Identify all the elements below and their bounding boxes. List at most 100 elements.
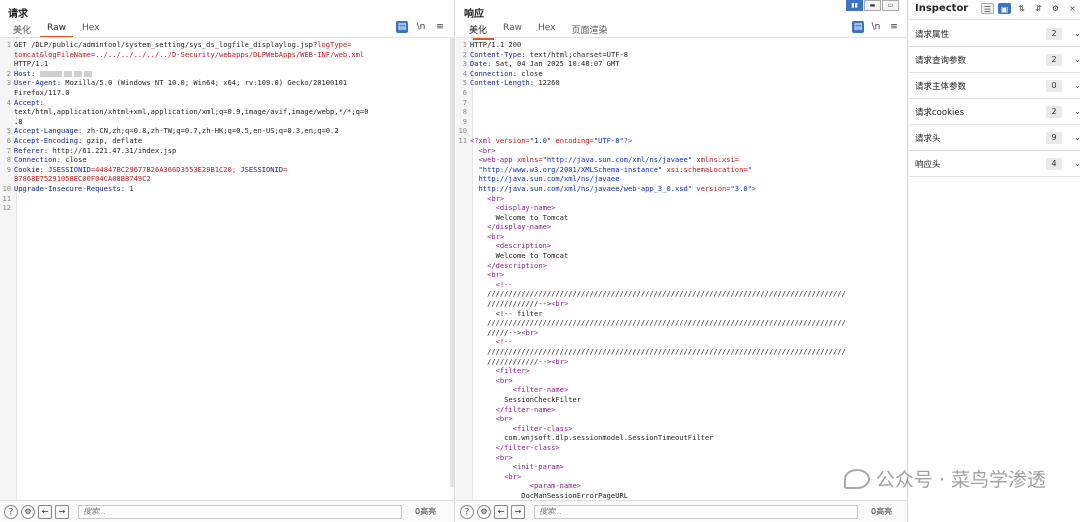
line-number <box>456 328 470 338</box>
inspector-section[interactable]: 请求头 9 ⌄ <box>909 125 1080 151</box>
code-token: com.wnjsoft.dlp.sessionmodel.SessionTime… <box>470 433 714 443</box>
code-line: <display-name> <box>456 203 907 213</box>
code-text: Welcome to Tomcat <box>470 251 907 261</box>
code-text: ////////////--><br> <box>470 357 907 367</box>
settings-icon[interactable]: ⚙ <box>1049 3 1062 14</box>
chevron-down-icon[interactable]: ⌄ <box>1074 107 1080 116</box>
newline-toggle-icon[interactable]: \n <box>870 21 882 33</box>
code-token: JSESSIONID <box>240 164 284 174</box>
chevron-down-icon[interactable]: ⌄ <box>1074 55 1080 64</box>
response-editor[interactable]: 1 HTTP/1.1 200 2 Content-Type: text/html;ch… <box>456 37 907 500</box>
back-arrow-icon[interactable]: ← <box>38 504 52 519</box>
wrap-toggle-icon[interactable]: ▤ <box>396 21 408 33</box>
code-line: ////////////////////////////////////////… <box>456 318 907 328</box>
inspector-section[interactable]: 请求查询参数 2 ⌄ <box>909 47 1080 73</box>
menu-icon[interactable]: ≡ <box>434 21 446 33</box>
inspector-section-label: 响应头 <box>915 159 941 170</box>
line-number: 8 <box>462 107 467 117</box>
code-text: ////////////////////////////////////////… <box>470 289 907 299</box>
code-line: 7 Referer: http://61.221.47.31/index.jsp <box>0 146 454 156</box>
line-number <box>456 184 470 194</box>
layout-stacked-icon[interactable]: ▬ <box>864 0 881 11</box>
close-icon[interactable]: × <box>1066 3 1079 14</box>
code-line: 10 <box>456 126 907 136</box>
request-search-input[interactable] <box>78 504 402 519</box>
code-token: <param-name> <box>470 481 582 491</box>
request-tab-pretty[interactable]: 美化 <box>6 22 38 38</box>
request-lines: 1 GET /DLP/public/admintool/system_settin… <box>0 40 454 213</box>
settings-icon[interactable]: ⚙ <box>477 504 491 519</box>
inspector-section-count: 2 <box>1046 105 1062 118</box>
response-bottom-bar: ? ⚙ ← → 0高亮 <box>456 500 907 522</box>
request-editor[interactable]: 1 GET /DLP/public/admintool/system_settin… <box>0 37 454 500</box>
chevron-down-icon[interactable]: ⌄ <box>1074 133 1080 142</box>
code-line: 4 Accept: <box>0 98 454 108</box>
expand-all-icon[interactable]: ⇅ <box>1015 3 1028 14</box>
response-search-input[interactable] <box>534 504 858 519</box>
chevron-down-icon[interactable]: ⌄ <box>1074 159 1080 168</box>
help-icon[interactable]: ? <box>460 504 474 519</box>
code-token: .8 <box>14 116 23 126</box>
code-token: User-Agent: <box>14 78 66 88</box>
inspector-section-count: 4 <box>1046 157 1062 170</box>
collapse-all-icon[interactable]: ⇵ <box>1032 3 1045 14</box>
request-tab-raw[interactable]: Raw <box>40 22 73 38</box>
menu-icon[interactable]: ≡ <box>888 21 900 33</box>
code-text: <br> <box>470 270 907 280</box>
code-token: <br> <box>470 193 505 203</box>
response-lines: 1 HTTP/1.1 200 2 Content-Type: text/html;ch… <box>456 40 907 500</box>
code-token: <description> <box>470 241 552 251</box>
code-token: <br> <box>551 356 569 366</box>
code-token: <init-param> <box>470 462 564 472</box>
code-text: text/html,application/xhtml+xml,applicat… <box>14 107 454 117</box>
request-tab-hex[interactable]: Hex <box>75 22 106 38</box>
newline-toggle-icon[interactable]: \n <box>415 21 427 33</box>
code-token: ////////////--> <box>470 356 552 366</box>
wrap-toggle-icon[interactable]: ▤ <box>852 21 864 33</box>
code-token: DocManSessionErrorPageURL <box>470 490 629 500</box>
code-token: <!-- filter <box>470 308 543 318</box>
request-scrollbar[interactable] <box>450 37 454 487</box>
code-token: <br> <box>470 414 513 424</box>
settings-icon[interactable]: ⚙ <box>21 504 35 519</box>
code-token: ////////////--> <box>470 299 552 309</box>
code-token: "3.0" <box>730 183 752 193</box>
chevron-down-icon[interactable]: ⌄ <box>1074 29 1080 38</box>
back-arrow-icon[interactable]: ← <box>494 504 508 519</box>
line-number: 5 <box>6 126 11 136</box>
inspector-tools: ☰ ▣ ⇅ ⇵ ⚙ × <box>981 3 1079 14</box>
code-token: Host: <box>14 68 40 78</box>
inspector-section[interactable]: 请求属性 2 ⌄ <box>909 21 1080 47</box>
code-token: <filter-name> <box>470 385 569 395</box>
code-token: Firefox/117.0 <box>14 87 70 97</box>
help-icon[interactable]: ? <box>4 504 18 519</box>
code-text: SessionCheckFilter <box>470 395 907 405</box>
inspector-section[interactable]: 请求主体参数 0 ⌄ <box>909 73 1080 99</box>
layout-single-icon[interactable]: ▭ <box>882 0 899 11</box>
inspector-layout-panel-icon[interactable]: ▣ <box>998 3 1011 14</box>
inspector-section[interactable]: 响应头 4 ⌄ <box>909 151 1080 177</box>
forward-arrow-icon[interactable]: → <box>511 504 525 519</box>
line-number: 4 <box>6 97 11 107</box>
code-token: <filter> <box>470 366 530 376</box>
line-number <box>456 414 470 424</box>
code-text: Cookie: JSESSIONID=44847BC29677B26A366D3… <box>14 165 454 175</box>
code-line: 9 <box>456 117 907 127</box>
code-text: Content-Type: text/html;charset=UTF-8 <box>470 50 907 60</box>
inspector-layout-list-icon[interactable]: ☰ <box>981 3 994 14</box>
inspector-section[interactable]: 请求cookies 2 ⌄ <box>909 99 1080 125</box>
code-token: Accept: <box>14 97 44 107</box>
code-line: <init-param> <box>456 462 907 472</box>
layout-side-by-side-icon[interactable]: ▮▮ <box>846 0 863 11</box>
response-highlight-count: 0高亮 <box>871 507 893 516</box>
chevron-down-icon[interactable]: ⌄ <box>1074 81 1080 90</box>
code-line: <filter> <box>456 366 907 376</box>
forward-arrow-icon[interactable]: → <box>55 504 69 519</box>
code-token: Date: <box>470 59 496 69</box>
code-token: Accept-Language: <box>14 126 87 136</box>
code-line: <web-app xmlns="http://java.sun.com/xml/… <box>456 155 907 165</box>
